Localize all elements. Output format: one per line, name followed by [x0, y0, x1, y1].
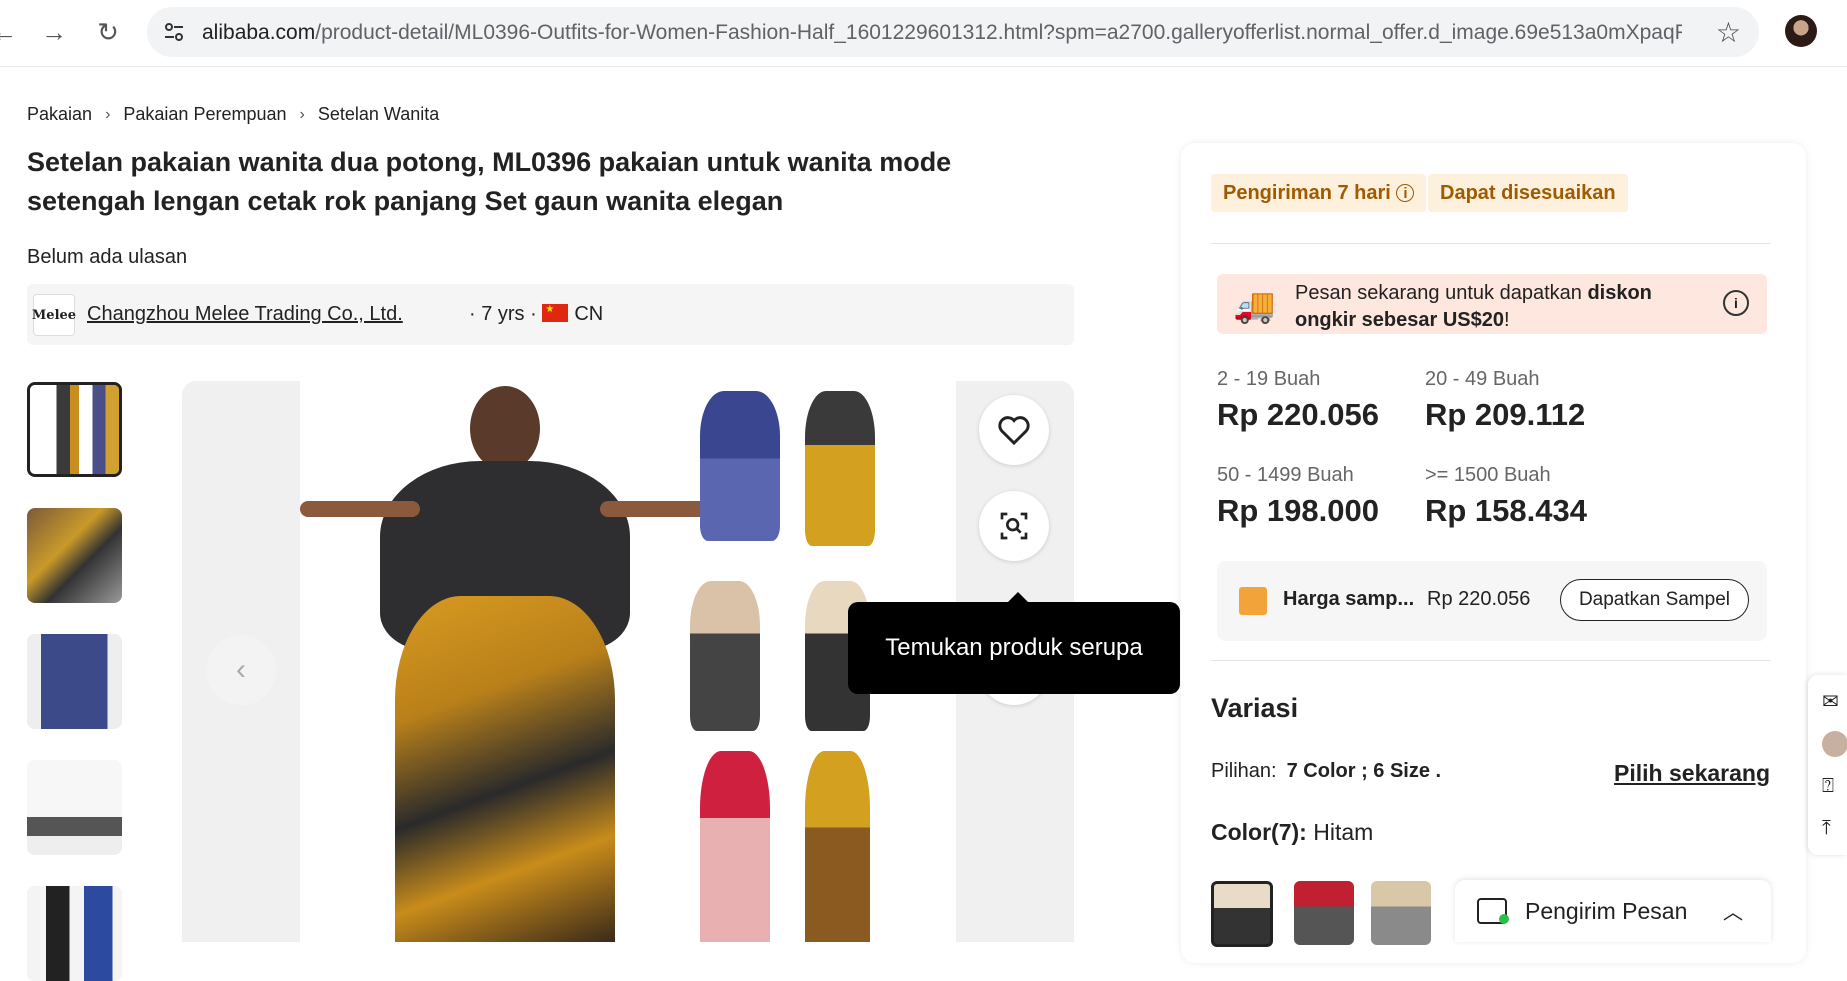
chevron-right-icon: › [299, 105, 305, 123]
back-to-top-icon[interactable]: ⤒ [1822, 817, 1846, 841]
color-swatch[interactable] [1371, 881, 1431, 945]
thumbnail-3[interactable] [27, 634, 122, 729]
sample-label: Harga samp... [1283, 588, 1415, 610]
tier-price: Rp 209.112 [1425, 397, 1586, 432]
model-arm-right [600, 501, 710, 517]
chevron-right-icon: › [105, 105, 111, 123]
prev-image-button[interactable]: ‹ [206, 635, 276, 705]
supplier-country: CN [574, 303, 604, 325]
forward-icon[interactable]: → [36, 14, 72, 50]
model-small-2 [805, 391, 875, 546]
model-small-3 [690, 581, 760, 731]
promo-text-pre: Pesan sekarang untuk dapatkan [1295, 282, 1588, 304]
model-small-6 [805, 751, 870, 942]
tier-qty: >= 1500 Buah [1425, 464, 1551, 486]
browser-toolbar: ← → ↻ alibaba.com/product-detail/ML0396-… [0, 0, 1847, 67]
sample-row: Harga samp... Rp 220.056 Dapatkan Sampel [1217, 561, 1767, 641]
tier-price: Rp 158.434 [1425, 493, 1587, 528]
supplier-years: · 7 yrs · [469, 303, 537, 325]
image-search-icon[interactable] [979, 491, 1049, 561]
customizable-tag: Dapat disesuaikan [1428, 174, 1628, 212]
tier-qty: 2 - 19 Buah [1217, 368, 1321, 390]
promo-text: Pesan sekarang untuk dapatkan diskon ong… [1295, 280, 1705, 334]
thumbnail-4[interactable] [27, 760, 122, 855]
shipping-tag: Pengiriman 7 hari i [1211, 174, 1427, 212]
url-text: alibaba.com/product-detail/ML0396-Outfit… [202, 21, 1682, 45]
url-domain: alibaba.com [202, 21, 316, 44]
variation-heading: Variasi [1211, 693, 1299, 723]
chevron-up-icon[interactable]: ︿ [1723, 896, 1743, 925]
color-label: Color(7): [1211, 819, 1307, 845]
mail-icon[interactable]: ✉ [1822, 689, 1846, 713]
color-value: Hitam [1313, 819, 1374, 845]
supplier-name-link[interactable]: Changzhou Melee Trading Co., Ltd. [87, 303, 403, 326]
tooltip-find-similar: Temukan produk serupa [848, 592, 1180, 694]
model-small-1 [700, 391, 780, 541]
shipping-promo-banner: 🚚 Pesan sekarang untuk dapatkan diskon o… [1217, 274, 1767, 334]
tier-price: Rp 198.000 [1217, 493, 1379, 528]
profile-avatar[interactable] [1785, 15, 1817, 47]
breadcrumb-item[interactable]: Setelan Wanita [318, 104, 439, 125]
divider [1211, 243, 1771, 244]
promo-text-post: ! [1504, 309, 1510, 331]
thumbnail-1[interactable] [27, 382, 122, 477]
breadcrumb-item[interactable]: Pakaian [27, 104, 92, 125]
options-label: Pilihan: [1211, 760, 1277, 782]
breadcrumb: Pakaian › Pakaian Perempuan › Setelan Wa… [27, 104, 439, 125]
package-icon [1239, 587, 1267, 615]
help-icon[interactable]: ⍰ [1822, 775, 1846, 799]
online-status-dot [1499, 914, 1509, 924]
purchase-panel: Pengiriman 7 hari i Dapat disesuaikan 🚚 … [1181, 143, 1806, 963]
messenger-label: Pengirim Pesan [1525, 898, 1688, 924]
model-head [470, 386, 540, 471]
supplier-bar: Melee Changzhou Melee Trading Co., Ltd. … [27, 284, 1074, 345]
china-flag-icon [542, 304, 569, 322]
support-avatar-icon[interactable] [1822, 731, 1847, 757]
sample-price: Rp 220.056 [1427, 588, 1531, 610]
thumbnail-2[interactable] [27, 508, 122, 603]
thumbnail-5[interactable] [27, 886, 122, 981]
tier-qty: 20 - 49 Buah [1425, 368, 1540, 390]
info-icon[interactable]: i [1723, 290, 1749, 316]
supplier-logo[interactable]: Melee [32, 294, 76, 336]
color-swatch[interactable] [1211, 881, 1273, 947]
options-summary: Pilihan: 7 Color ; 6 Size . [1211, 760, 1441, 783]
choose-now-link[interactable]: Pilih sekarang [1614, 760, 1770, 787]
favorite-heart-icon[interactable] [979, 395, 1049, 465]
options-value: 7 Color ; 6 Size . [1286, 760, 1442, 782]
shipping-tag-label: Pengiriman 7 hari [1223, 181, 1391, 204]
color-swatch[interactable] [1294, 881, 1354, 945]
breadcrumb-item[interactable]: Pakaian Perempuan [123, 104, 286, 125]
reload-icon[interactable]: ↻ [90, 14, 126, 50]
tier-price: Rp 220.056 [1217, 397, 1379, 432]
supplier-meta: · 7 yrs · CN [469, 303, 603, 326]
tier-qty: 50 - 1499 Buah [1217, 464, 1354, 486]
url-path: /product-detail/ML0396-Outfits-for-Women… [315, 21, 1682, 44]
delivery-truck-icon: 🚚 [1233, 287, 1276, 325]
back-icon[interactable]: ← [0, 14, 22, 50]
model-small-5 [700, 751, 770, 942]
address-bar[interactable]: alibaba.com/product-detail/ML0396-Outfit… [147, 7, 1759, 57]
model-skirt [395, 596, 615, 942]
model-arm-left [300, 501, 420, 517]
reviews-text: Belum ada ulasan [27, 246, 188, 268]
divider [1211, 660, 1771, 661]
site-info-icon[interactable] [159, 17, 189, 47]
side-toolbar: ✉ ⍰ ⤒ [1808, 675, 1847, 855]
get-sample-button[interactable]: Dapatkan Sampel [1559, 579, 1749, 621]
bookmark-star-icon[interactable]: ☆ [1716, 16, 1741, 49]
product-title: Setelan pakaian wanita dua potong, ML039… [27, 147, 952, 216]
color-selection: Color(7): Hitam [1211, 819, 1373, 846]
info-icon[interactable]: i [1396, 184, 1415, 202]
messenger-bar[interactable]: Pengirim Pesan ︿ [1455, 880, 1771, 942]
